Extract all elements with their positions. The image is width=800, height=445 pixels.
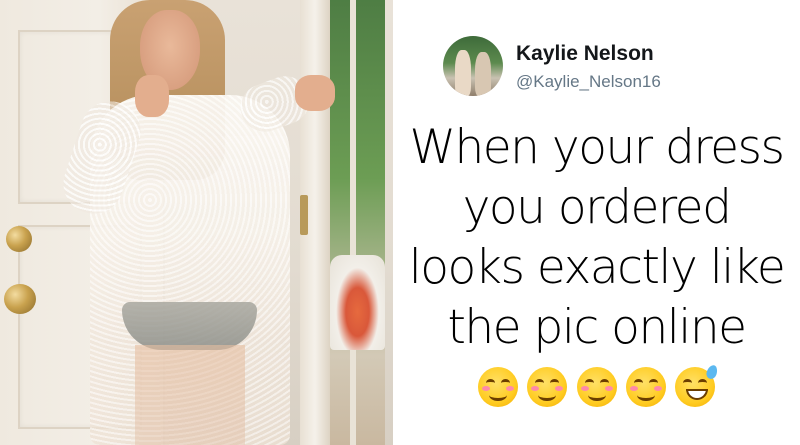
author-name[interactable]: Kaylie Nelson xyxy=(516,42,654,66)
right-hand xyxy=(295,75,335,111)
grinning-face-with-sweat-icon xyxy=(674,363,719,407)
smiling-face-with-smiling-eyes-icon xyxy=(625,367,666,407)
door-knob xyxy=(4,284,36,314)
window xyxy=(330,0,385,445)
photo xyxy=(0,0,393,445)
emoji-row xyxy=(393,363,800,407)
door-lock xyxy=(6,226,32,252)
legs xyxy=(135,345,245,445)
door-hinge xyxy=(300,195,308,235)
tweet-line: When your dress xyxy=(409,120,785,175)
tweet-text: When your dress you ordered looks exactl… xyxy=(393,118,800,358)
smiling-face-with-smiling-eyes-icon xyxy=(478,367,519,407)
avatar-person xyxy=(455,50,471,96)
tweet-line: the pic online xyxy=(447,300,747,355)
avatar[interactable] xyxy=(443,36,503,96)
smiling-face-with-smiling-eyes-icon xyxy=(527,367,568,407)
shopping-bag xyxy=(330,255,385,350)
author-handle[interactable]: @Kaylie_Nelson16 xyxy=(516,72,661,92)
smiling-face-with-smiling-eyes-icon xyxy=(576,367,617,407)
left-hand xyxy=(135,75,169,117)
tweet-line: looks exactly like xyxy=(408,240,786,295)
underwear xyxy=(122,302,257,350)
tweet-card: Kaylie Nelson @Kaylie_Nelson16 When your… xyxy=(393,0,800,445)
tweet-line: you ordered xyxy=(462,180,732,235)
avatar-person xyxy=(475,52,491,96)
